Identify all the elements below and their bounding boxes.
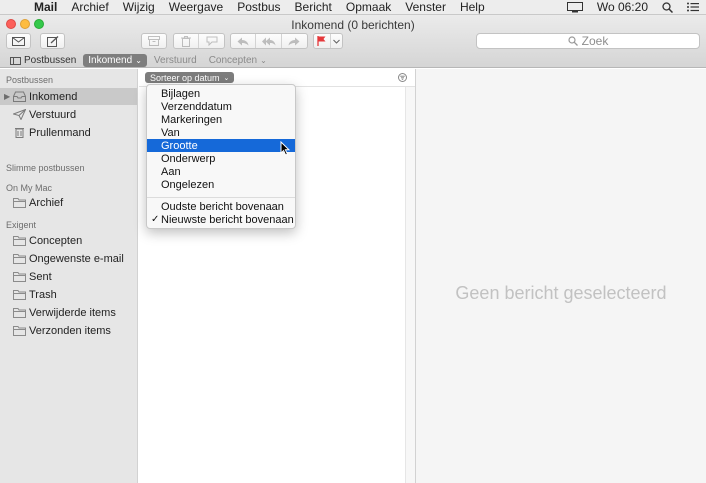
forward-icon [288,37,300,45]
sidebar-item-concepten[interactable]: Concepten [0,232,137,249]
menu-bericht[interactable]: Bericht [288,0,339,14]
no-message-selected-text: Geen bericht geselecteerd [455,283,667,303]
sidebar-item-archief[interactable]: Archief [0,194,137,211]
paper-plane-icon [13,109,26,120]
folder-icon [13,254,26,264]
menu-archief[interactable]: Archief [64,0,115,14]
sidebar-item-sent[interactable]: Sent [0,268,137,285]
fav-postbussen[interactable]: Postbussen [5,54,81,67]
search-placeholder: Zoek [581,34,609,48]
message-list-scrollbar[interactable] [405,87,415,483]
reply-forward-group [230,33,308,49]
sort-option-van[interactable]: Van [147,126,295,139]
inbox-tray-icon [13,91,26,102]
menu-separator [147,197,295,198]
fav-verstuurd[interactable]: Verstuurd [149,54,202,67]
menu-wijzig[interactable]: Wijzig [116,0,162,14]
forward-button[interactable] [282,34,307,48]
mail-window: Inkomend (0 berichten) Zoek Postbussen I… [0,15,706,483]
sort-option-grootte[interactable]: Grootte [147,139,295,152]
compose-icon [46,35,58,47]
favorites-bar: Postbussen Inkomend ⌄ Verstuurd Concepte… [0,53,706,68]
archive-icon [148,36,160,46]
search-field[interactable]: Zoek [476,33,700,49]
mouse-pointer-icon [280,141,290,156]
sidebar-item-ongewenste-email[interactable]: Ongewenste e-mail [0,250,137,267]
mailbox-sidebar: Postbussen ▶ Inkomend Verstuurd Prullenm… [0,69,138,483]
chevron-down-icon: ⌄ [135,56,142,65]
section-on-my-mac: On My Mac [6,183,53,193]
delete-icon [181,35,191,47]
trash-icon [15,128,24,138]
sidebar-item-verzonden-items[interactable]: Verzonden items [0,322,137,339]
fav-concepten[interactable]: Concepten ⌄ [204,54,272,67]
chevron-down-icon: ⌄ [223,74,230,82]
folder-icon [13,272,26,282]
display-mirroring-icon[interactable] [566,1,583,13]
disclosure-triangle-icon[interactable]: ▶ [4,92,10,101]
sort-option-ongelezen[interactable]: Ongelezen [147,178,295,191]
junk-button[interactable] [199,34,224,48]
menu-help[interactable]: Help [453,0,492,14]
clock-text[interactable]: Wo 06:20 [597,0,648,14]
archive-button[interactable] [141,33,167,49]
sidebar-item-verwijderde-items[interactable]: Verwijderde items [0,304,137,321]
chevron-down-icon: ⌄ [260,56,267,65]
sort-option-aan[interactable]: Aan [147,165,295,178]
folder-icon [13,198,26,208]
delete-button[interactable] [174,34,200,48]
menu-weergave[interactable]: Weergave [162,0,230,14]
sort-option-onderwerp[interactable]: Onderwerp [147,152,295,165]
get-mail-icon [12,36,25,46]
reply-all-button[interactable] [256,34,282,48]
section-exigent: Exigent [6,220,37,230]
junk-icon [206,36,217,46]
flag-button[interactable] [314,34,331,48]
section-slimme-postbussen: Slimme postbussen [6,163,85,173]
sort-dropdown-menu: Bijlagen Verzenddatum Markeringen Van Gr… [146,84,296,229]
section-postbussen: Postbussen [6,75,54,85]
flag-menu-chevron-icon[interactable] [331,34,342,48]
search-icon[interactable] [662,1,673,13]
flag-icon [317,36,326,46]
folder-icon [13,290,26,300]
sort-option-verzenddatum[interactable]: Verzenddatum [147,100,295,113]
reply-all-icon [261,37,276,45]
get-mail-button[interactable] [6,33,31,49]
order-option-nieuwste[interactable]: ✓ Nieuwste bericht bovenaan [147,213,295,226]
reply-icon [237,37,249,45]
menu-opmaak[interactable]: Opmaak [339,0,398,14]
message-preview: Geen bericht geselecteerd [416,69,706,483]
menu-venster[interactable]: Venster [398,0,453,14]
sidebar-item-inkomend[interactable]: ▶ Inkomend [0,88,137,105]
window-toolbar: Inkomend (0 berichten) Zoek Postbussen I… [0,15,706,68]
checkmark-icon: ✓ [151,214,160,225]
flag-group [313,33,343,49]
compose-button[interactable] [40,33,65,49]
reply-button[interactable] [231,34,257,48]
menu-postbus[interactable]: Postbus [230,0,287,14]
notification-list-icon[interactable] [687,2,699,12]
sidebar-item-prullenmand[interactable]: Prullenmand [0,124,137,141]
filter-icon[interactable] [398,73,407,82]
system-menu-bar: Mail Archief Wijzig Weergave Postbus Ber… [0,0,706,15]
sidebar-item-verstuurd[interactable]: Verstuurd [0,106,137,123]
sort-button[interactable]: Sorteer op datum ⌄ [145,72,235,83]
window-title: Inkomend (0 berichten) [291,18,415,32]
sidebar-item-trash[interactable]: Trash [0,286,137,303]
folder-icon [13,236,26,246]
folder-icon [13,326,26,336]
sidebar-toggle-icon [10,56,21,65]
order-option-oudste[interactable]: Oudste bericht bovenaan [147,200,295,213]
delete-junk-group [173,33,225,49]
folder-icon [13,308,26,318]
sort-option-bijlagen[interactable]: Bijlagen [147,87,295,100]
sort-option-markeringen[interactable]: Markeringen [147,113,295,126]
menu-mail[interactable]: Mail [26,0,64,14]
fav-inkomend[interactable]: Inkomend ⌄ [83,54,147,67]
search-icon [568,36,578,46]
